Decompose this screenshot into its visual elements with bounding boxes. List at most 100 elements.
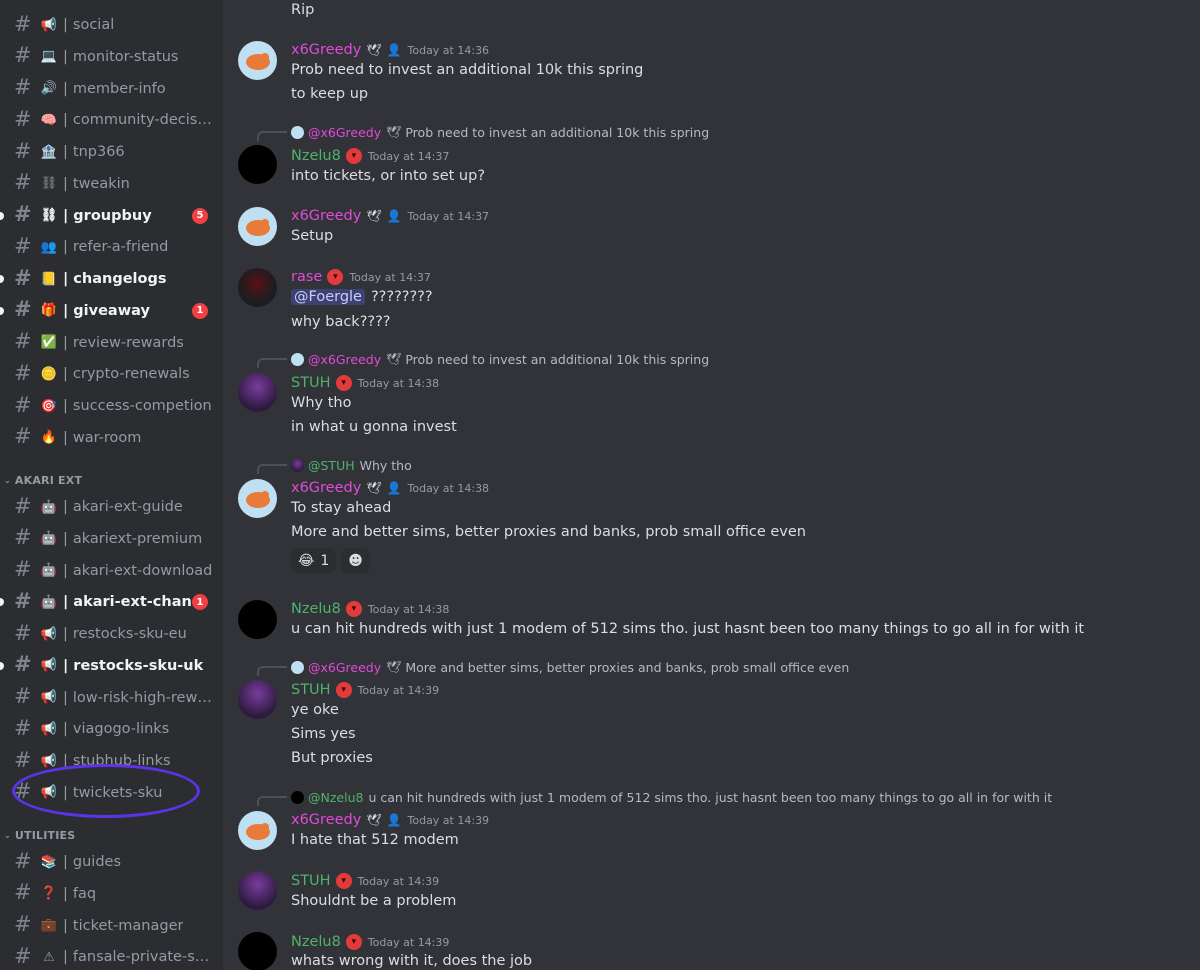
username[interactable]: x6Greedy xyxy=(291,480,361,496)
avatar[interactable] xyxy=(238,145,277,184)
hash-icon: # xyxy=(14,360,32,385)
username[interactable]: STUH xyxy=(291,873,331,889)
avatar[interactable] xyxy=(238,479,277,518)
sidebar-channel-akari-ext-guide[interactable]: # 🤖 | akari-ext-guide xyxy=(0,492,223,522)
sidebar-channel-fansale-private-sal[interactable]: # ⚠ | fansale-private-sal... xyxy=(0,942,223,970)
sidebar-channel-tweakin[interactable]: # ⛓ | tweakin xyxy=(0,169,223,199)
message-text: Shouldnt be a problem xyxy=(291,893,457,909)
sidebar-channel-changelogs[interactable]: # 📒 | changelogs xyxy=(0,264,223,294)
avatar[interactable] xyxy=(238,268,277,307)
add-reaction-button[interactable]: ☻ xyxy=(341,548,370,574)
sidebar-channel-crypto-renewals[interactable]: # 🪙 | crypto-renewals xyxy=(0,359,223,389)
sidebar-channel-faq[interactable]: # ❓ | faq xyxy=(0,879,223,909)
timestamp: Today at 14:37 xyxy=(407,209,490,223)
message-text: Prob need to invest an additional 10k th… xyxy=(291,62,644,78)
reply-preview[interactable]: @x6Greedy 🕊 Prob need to invest an addit… xyxy=(291,123,709,141)
mention-badge: 1 xyxy=(192,302,208,319)
hash-icon: # xyxy=(14,75,32,99)
avatar[interactable] xyxy=(238,207,277,246)
channel-name: war-room xyxy=(72,429,142,446)
reply-preview[interactable]: @STUH Why tho xyxy=(291,456,412,474)
sidebar-channel-giveaway[interactable]: # 🎁 | giveaway 1 xyxy=(0,296,223,326)
sidebar-channel-restocks-sku-eu[interactable]: # 📢 | restocks-sku-eu xyxy=(0,619,223,649)
avatar[interactable] xyxy=(238,373,277,412)
sidebar-channel-low-risk-high-rewar[interactable]: # 📢 | low-risk-high-rewar... xyxy=(0,683,223,713)
avatar[interactable] xyxy=(238,932,277,970)
separator: | xyxy=(63,271,69,287)
bird-icon: 🕊 xyxy=(366,43,382,57)
hash-icon: # xyxy=(14,652,32,677)
sidebar-channel-stubhub-links[interactable]: # 📢 | stubhub-links xyxy=(0,746,223,776)
hash-icon: # xyxy=(14,943,32,968)
sidebar-channel-social[interactable]: # 📢 | social xyxy=(0,10,223,40)
hash-icon: # xyxy=(14,493,32,518)
avatar[interactable] xyxy=(238,680,277,719)
angry-face-icon: ▾ xyxy=(345,148,362,164)
username[interactable]: x6Greedy xyxy=(291,42,361,58)
sidebar-channel-review-rewards[interactable]: # ✅ | review-rewards xyxy=(0,328,223,358)
username[interactable]: rase xyxy=(291,269,322,285)
sidebar-channel-member-info[interactable]: # 🔊 | member-info xyxy=(0,74,223,104)
separator: | xyxy=(63,657,69,674)
sidebar-channel-akari-ext-download[interactable]: # 🤖 | akari-ext-download xyxy=(0,556,223,586)
sidebar-channel-twickets-sku[interactable]: # 📢 | twickets-sku xyxy=(0,778,223,808)
channel-name: review-rewards xyxy=(72,334,184,351)
sidebar-channel-akari-ext-chang[interactable]: # 🤖 | akari-ext-chang... 1 xyxy=(0,587,223,617)
channel-name: restocks-sku-eu xyxy=(72,626,187,642)
sidebar-channel-viagogo-links[interactable]: # 📢 | viagogo-links xyxy=(0,714,223,744)
sidebar-channel-restocks-sku-uk[interactable]: # 📢 | restocks-sku-uk xyxy=(0,651,223,681)
sidebar-channel-groupbuy[interactable]: # ⛓ | groupbuy 5 xyxy=(0,201,223,231)
reply-preview[interactable]: @x6Greedy 🕊 More and better sims, better… xyxy=(291,658,849,676)
channel-emoji-icon: ✅ xyxy=(40,335,58,350)
sidebar-channel-monitor-status[interactable]: # 💻 | monitor-status xyxy=(0,42,223,72)
channel-name: community-decisions xyxy=(72,112,213,129)
unread-indicator xyxy=(0,661,4,670)
message-header: rase ▾ Today at 14:37 xyxy=(291,267,431,287)
category-akari-ext[interactable]: ⌄ AKARI EXT xyxy=(4,470,82,490)
mention-badge: 5 xyxy=(192,207,208,224)
username[interactable]: Nzelu8 xyxy=(291,148,341,164)
separator: | xyxy=(63,689,68,706)
hash-icon: # xyxy=(14,880,32,905)
channel-emoji-icon: 🔊 xyxy=(40,81,58,96)
reply-preview[interactable]: @Nzelu8 u can hit hundreds with just 1 m… xyxy=(291,788,1052,806)
bird-icon: 🕊 xyxy=(386,125,402,139)
username[interactable]: x6Greedy xyxy=(291,208,361,224)
channel-name: success-competion xyxy=(72,398,212,414)
username[interactable]: STUH xyxy=(291,682,331,698)
unread-indicator xyxy=(0,598,4,607)
agent-role-icon: 👤 xyxy=(386,209,402,223)
reply-preview[interactable]: @x6Greedy 🕊 Prob need to invest an addit… xyxy=(291,350,709,368)
category-utilities[interactable]: ⌄ UTILITIES xyxy=(4,825,75,845)
agent-role-icon: 👤 xyxy=(386,481,402,495)
reaction-joy[interactable]: 😂 1 xyxy=(291,548,337,574)
sidebar-channel-ticket-manager[interactable]: # 💼 | ticket-manager xyxy=(0,911,223,941)
channel-name: faq xyxy=(72,885,97,902)
avatar[interactable] xyxy=(238,41,277,80)
channel-emoji-icon: 📢 xyxy=(40,690,58,705)
channel-emoji-icon: 📚 xyxy=(40,854,58,870)
sidebar-channel-community-decisions[interactable]: # 🧠 | community-decisions xyxy=(0,105,223,135)
username[interactable]: Nzelu8 xyxy=(291,601,341,617)
reply-author: @x6Greedy xyxy=(308,124,382,140)
separator: | xyxy=(63,562,68,579)
username[interactable]: Nzelu8 xyxy=(291,934,341,950)
separator: | xyxy=(63,207,69,224)
avatar[interactable] xyxy=(238,811,277,850)
channel-emoji-icon: 💻 xyxy=(40,49,58,65)
separator: | xyxy=(63,429,68,446)
sidebar-channel-refer-a-friend[interactable]: # 👥 | refer-a-friend xyxy=(0,232,223,262)
user-mention[interactable]: @Foergle xyxy=(291,289,365,305)
channel-sidebar: # 📢 | social # 💻 | monitor-status # 🔊 | member-info… xyxy=(0,0,223,970)
sidebar-channel-tnp366[interactable]: # 🏦 | tnp366 xyxy=(0,137,223,167)
channel-name: giveaway xyxy=(73,302,150,319)
avatar[interactable] xyxy=(238,871,277,910)
sidebar-channel-akariext-premium[interactable]: # 🤖 | akariext-premium xyxy=(0,524,223,554)
sidebar-channel-success-competion[interactable]: # 🎯 | success-competion xyxy=(0,391,223,421)
username[interactable]: STUH xyxy=(291,375,331,391)
sidebar-channel-war-room[interactable]: # 🔥 | war-room xyxy=(0,423,223,453)
avatar[interactable] xyxy=(238,600,277,639)
sidebar-channel-guides[interactable]: # 📚 | guides xyxy=(0,847,223,877)
username[interactable]: x6Greedy xyxy=(291,812,361,828)
channel-emoji-icon: 📒 xyxy=(40,271,58,287)
